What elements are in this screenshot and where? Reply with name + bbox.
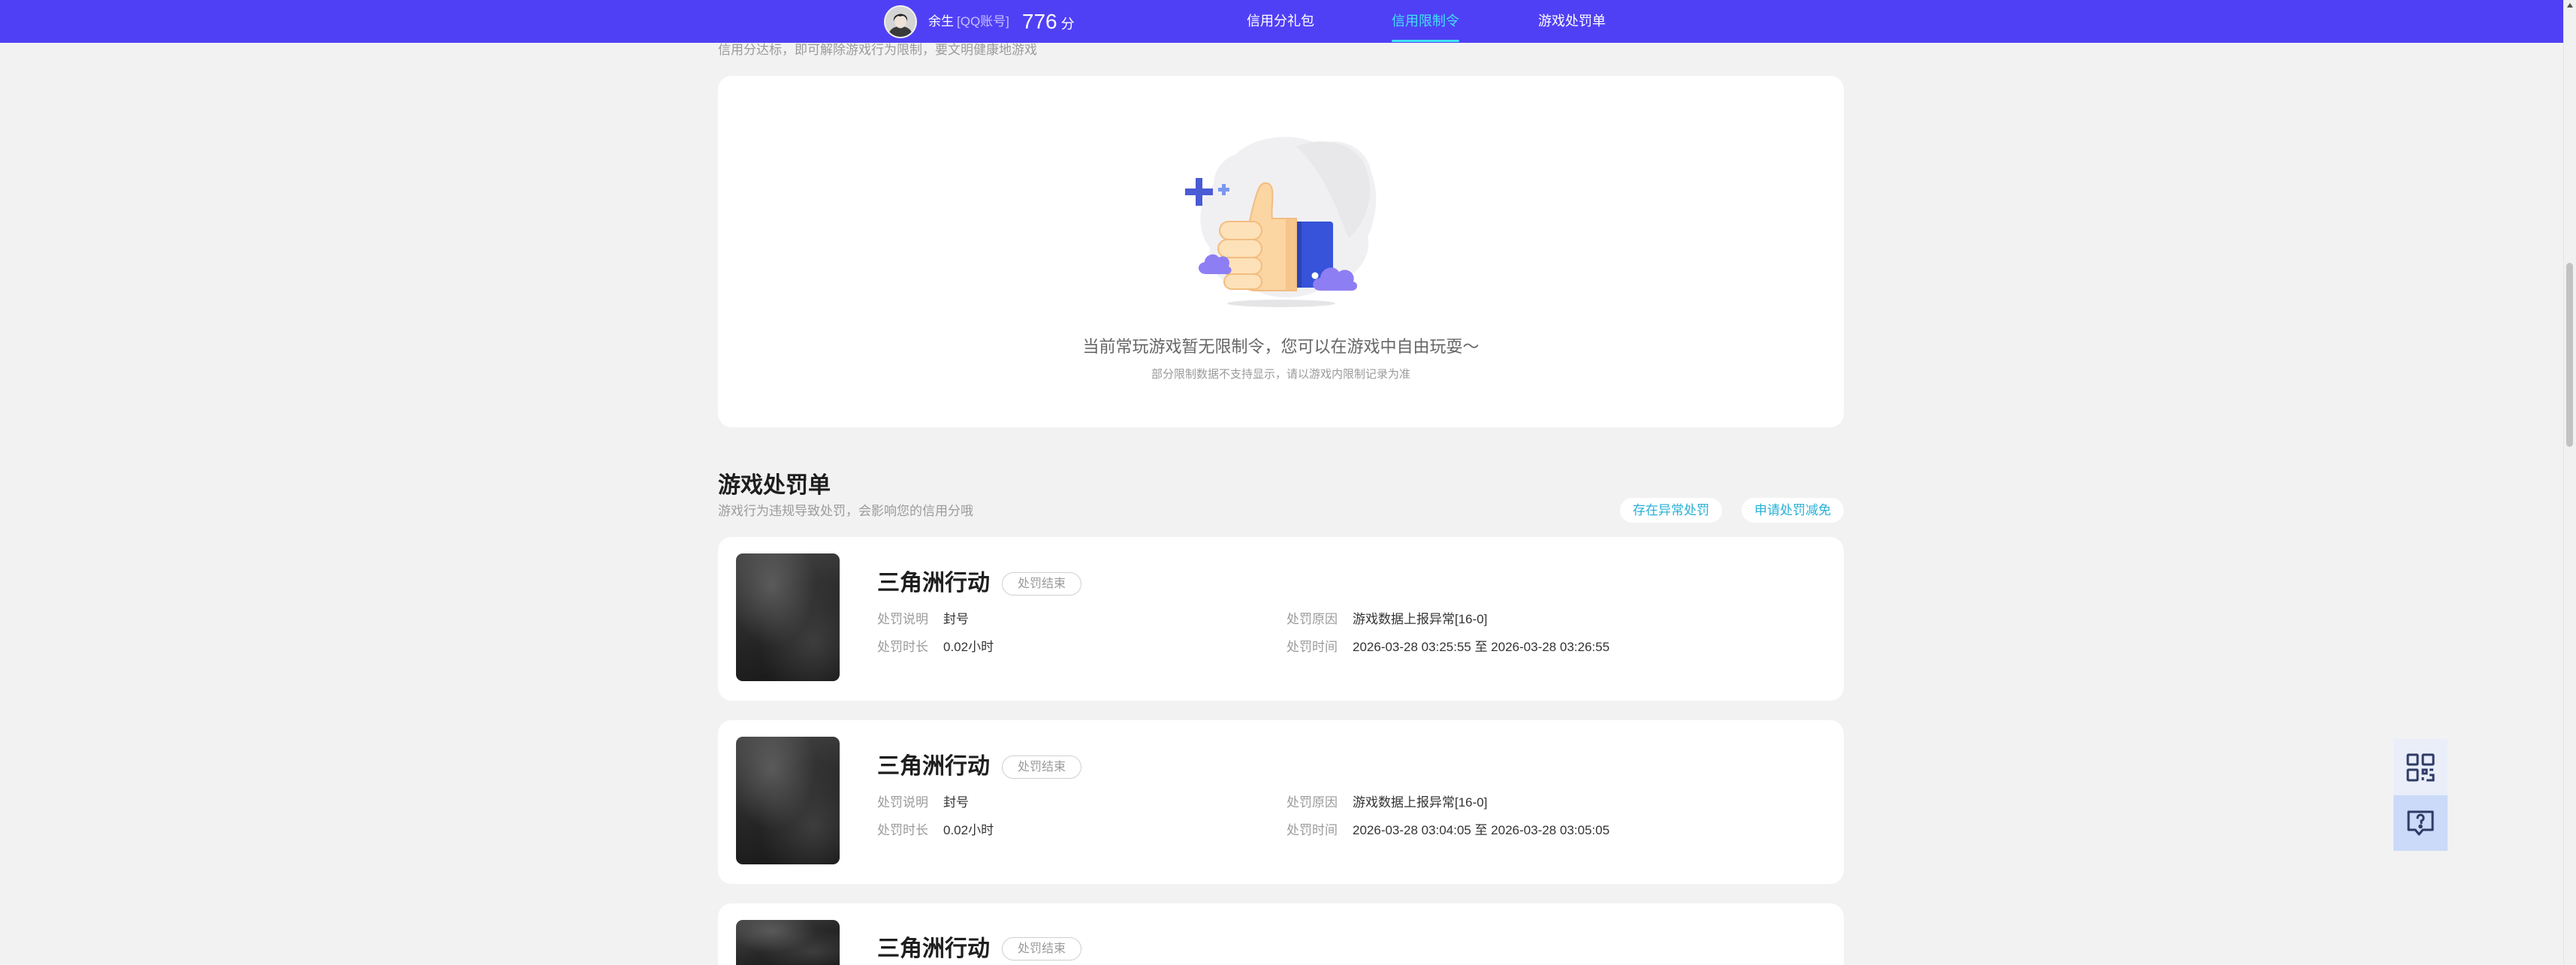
penalty-duration-value: 0.02小时 — [943, 823, 994, 837]
penalty-card[interactable]: 三角洲行动 处罚结束 处罚说明 封号 处罚时长 0.02小时 处罚原因 游戏数据… — [718, 537, 1844, 701]
penalty-description-label: 处罚说明 — [877, 612, 928, 626]
thumbs-up-icon — [1185, 137, 1377, 307]
penalty-time-label: 处罚时间 — [1286, 640, 1338, 654]
credit-score: 776 分 — [1022, 9, 1075, 35]
penalty-section-subtitle: 游戏行为违规导致处罚，会影响您的信用分哦 — [718, 504, 973, 518]
penalty-duration-row: 处罚时长 0.02小时 — [877, 638, 994, 656]
penalty-section-title: 游戏处罚单 — [718, 473, 831, 498]
game-title: 三角洲行动 — [877, 754, 990, 779]
penalty-time-row: 处罚时间 2026-03-28 03:04:05 至 2026-03-28 03… — [1286, 822, 1609, 840]
penalty-description-label: 处罚说明 — [877, 795, 928, 810]
nav-game-penalty[interactable]: 游戏处罚单 — [1538, 0, 1606, 43]
scroll-up-arrow[interactable] — [2567, 3, 2573, 8]
penalty-time-row: 处罚时间 2026-03-28 03:25:55 至 2026-03-28 03… — [1286, 638, 1609, 656]
username: 余生 — [928, 14, 954, 29]
top-nav-bar: 余生 [QQ账号] 776 分 信用分礼包 信用限制令 游戏处罚单 — [0, 0, 2563, 43]
credit-score-value: 776 — [1021, 9, 1057, 33]
penalty-duration-value: 0.02小时 — [943, 640, 994, 654]
game-thumbnail — [736, 553, 840, 681]
scrollbar-thumb[interactable] — [2566, 263, 2573, 447]
game-title: 三角洲行动 — [877, 936, 990, 961]
account-type: [QQ账号] — [957, 14, 1009, 29]
qrcode-button[interactable] — [2394, 739, 2448, 795]
nav-credit-restriction[interactable]: 信用限制令 — [1392, 0, 1459, 43]
penalty-description-row: 处罚说明 封号 — [877, 794, 969, 812]
empty-state-text: 当前常玩游戏暂无限制令，您可以在游戏中自由玩耍～ — [1082, 337, 1480, 356]
penalty-reason-value: 游戏数据上报异常[16-0] — [1353, 612, 1488, 626]
status-badge: 处罚结束 — [1002, 937, 1082, 960]
penalty-reason-label: 处罚原因 — [1286, 795, 1338, 810]
user-info[interactable]: 余生 [QQ账号] 776 分 — [884, 0, 1075, 43]
abnormal-penalty-button[interactable]: 存在异常处罚 — [1620, 498, 1722, 523]
penalty-reason-label: 处罚原因 — [1286, 612, 1338, 626]
qrcode-icon — [2406, 753, 2435, 781]
restriction-subtitle: 信用分达标，即可解除游戏行为限制，要文明健康地游戏 — [718, 43, 1037, 57]
status-badge: 处罚结束 — [1002, 755, 1082, 779]
empty-state-note: 部分限制数据不支持显示，请以游戏内限制记录为准 — [1151, 368, 1410, 381]
nav-credit-gift[interactable]: 信用分礼包 — [1247, 0, 1314, 43]
restriction-empty-card: 当前常玩游戏暂无限制令，您可以在游戏中自由玩耍～ 部分限制数据不支持显示，请以游… — [718, 76, 1844, 427]
penalty-duration-label: 处罚时长 — [877, 823, 928, 837]
question-chat-icon — [2407, 810, 2434, 836]
penalty-description-value: 封号 — [943, 612, 969, 626]
penalty-reason-row: 处罚原因 游戏数据上报异常[16-0] — [1286, 794, 1487, 812]
penalty-time-value: 2026-03-28 03:04:05 至 2026-03-28 03:05:0… — [1353, 823, 1610, 837]
apply-penalty-reduction-button[interactable]: 申请处罚减免 — [1742, 498, 1844, 523]
penalty-card[interactable]: 三角洲行动 处罚结束 处罚说明 封号 处罚时长 0.02小时 处罚原因 游戏数据… — [718, 720, 1844, 884]
vertical-scrollbar[interactable] — [2563, 0, 2576, 965]
penalty-description-value: 封号 — [943, 795, 969, 810]
penalty-time-value: 2026-03-28 03:25:55 至 2026-03-28 03:26:5… — [1353, 640, 1610, 654]
status-badge: 处罚结束 — [1002, 572, 1082, 596]
penalty-duration-label: 处罚时长 — [877, 640, 928, 654]
credit-score-unit: 分 — [1060, 16, 1075, 32]
penalty-card[interactable]: 三角洲行动 处罚结束 — [718, 903, 1844, 965]
penalty-duration-row: 处罚时长 0.02小时 — [877, 822, 994, 840]
help-button[interactable] — [2394, 795, 2448, 851]
game-thumbnail — [736, 920, 840, 965]
penalty-description-row: 处罚说明 封号 — [877, 611, 969, 629]
penalty-time-label: 处罚时间 — [1286, 823, 1338, 837]
avatar-image — [885, 6, 915, 37]
game-thumbnail — [736, 737, 840, 864]
avatar[interactable] — [884, 5, 917, 38]
game-title: 三角洲行动 — [877, 571, 990, 596]
penalty-reason-value: 游戏数据上报异常[16-0] — [1353, 795, 1488, 810]
penalty-reason-row: 处罚原因 游戏数据上报异常[16-0] — [1286, 611, 1487, 629]
